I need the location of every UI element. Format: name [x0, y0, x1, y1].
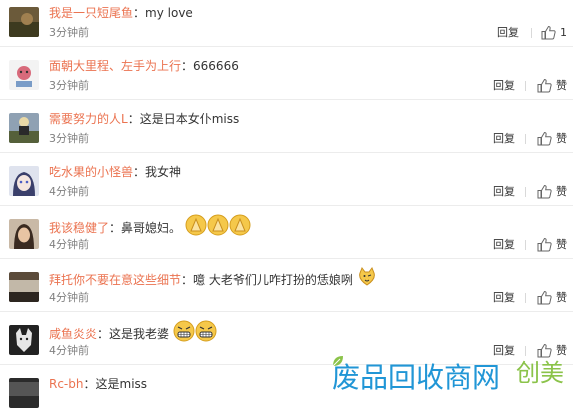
praying-emoji-icon — [185, 214, 207, 240]
thumbs-up-icon — [537, 237, 552, 252]
thumbs-up-icon — [537, 290, 552, 305]
divider — [531, 28, 532, 38]
comment-row: 面朝大里程、左手为上行：666666 3分钟前 回复 赞 — [0, 48, 573, 100]
comment-text: 这是miss — [95, 377, 148, 391]
comment-text: my love — [145, 6, 193, 20]
username-link[interactable]: 需要努力的人L — [49, 112, 128, 126]
reply-button[interactable]: 回复 — [493, 238, 515, 252]
reply-button[interactable]: 回复 — [493, 132, 515, 146]
avatar[interactable] — [9, 272, 39, 302]
grin-emoji-icon — [195, 320, 217, 346]
comment-text: 666666 — [193, 59, 239, 73]
reply-button[interactable]: 回复 — [493, 291, 515, 305]
comment-row: 吃水果的小怪兽：我女神 4分钟前 回复 赞 — [0, 154, 573, 206]
username-link[interactable]: 咸鱼炎炎 — [49, 327, 97, 341]
avatar[interactable] — [9, 7, 39, 37]
thumbs-up-icon — [537, 184, 552, 199]
thumbs-up-icon — [537, 343, 552, 358]
comment-row: 咸鱼炎炎：这是我老婆 4分钟前 回复 赞 — [0, 313, 573, 365]
divider — [525, 240, 526, 250]
comment-time: 4分钟前 — [49, 185, 89, 198]
praying-emoji-icon — [229, 214, 251, 240]
comment-text: 我女神 — [145, 165, 182, 179]
username-link[interactable]: 拜托你不要在意这些细节 — [49, 273, 181, 287]
comment-content: 咸鱼炎炎：这是我老婆 — [49, 320, 217, 346]
username-link[interactable]: 面朝大里程、左手为上行 — [49, 59, 181, 73]
thumbs-up-icon — [537, 131, 552, 146]
watermark-text: 废品回收商网 — [332, 361, 501, 394]
praying-emoji-icon — [207, 214, 229, 240]
avatar[interactable] — [9, 325, 39, 355]
comment-content: 需要努力的人L：这是日本女仆miss — [49, 112, 240, 126]
reply-button[interactable]: 回复 — [493, 185, 515, 199]
watermark-tag: 创美 — [516, 359, 564, 387]
comment-row: 需要努力的人L：这是日本女仆miss 3分钟前 回复 赞 — [0, 101, 573, 153]
grin-emoji-icon — [173, 320, 195, 346]
comment-text: 噫 大老爷们儿咋打扮的恁娘咧 — [193, 273, 353, 287]
username-link[interactable]: 我该稳健了 — [49, 221, 109, 235]
thumbs-up-icon — [541, 25, 556, 40]
comment-time: 3分钟前 — [49, 26, 89, 39]
comment-content: Rc-bh：这是miss — [49, 377, 148, 391]
username-link[interactable]: 我是一只短尾鱼 — [49, 6, 133, 20]
comment-row: 我该稳健了：鼻哥媳妇。 4分钟前 回复 赞 — [0, 207, 573, 259]
avatar[interactable] — [9, 166, 39, 196]
divider — [525, 134, 526, 144]
comment-content: 吃水果的小怪兽：我女神 — [49, 165, 182, 179]
comment-content: 拜托你不要在意这些细节：噫 大老爷们儿咋打扮的恁娘咧 — [49, 266, 377, 291]
avatar[interactable] — [9, 378, 39, 408]
comment-time: 4分钟前 — [49, 344, 89, 357]
divider — [525, 81, 526, 91]
comment-time: 4分钟前 — [49, 238, 89, 251]
comment-content: 我是一只短尾鱼：my love — [49, 6, 193, 20]
thumbs-up-icon — [537, 78, 552, 93]
comment-content: 我该稳健了：鼻哥媳妇。 — [49, 214, 251, 240]
comment-row: 我是一只短尾鱼：my love 3分钟前 回复 1 — [0, 0, 573, 47]
comment-content: 面朝大里程、左手为上行：666666 — [49, 59, 239, 73]
cat-emoji-icon — [357, 266, 377, 291]
avatar[interactable] — [9, 219, 39, 249]
comment-time: 3分钟前 — [49, 79, 89, 92]
comment-time: 4分钟前 — [49, 291, 89, 304]
comment-text: 这是日本女仆miss — [139, 112, 240, 126]
comment-text: 这是我老婆 — [109, 327, 170, 341]
comment-row: 拜托你不要在意这些细节：噫 大老爷们儿咋打扮的恁娘咧 4分钟前 回复 赞 — [0, 260, 573, 312]
divider — [525, 293, 526, 303]
avatar[interactable] — [9, 60, 39, 90]
reply-button[interactable]: 回复 — [493, 344, 515, 358]
username-link[interactable]: Rc-bh — [49, 377, 84, 391]
username-link[interactable]: 吃水果的小怪兽 — [49, 165, 133, 179]
divider — [525, 346, 526, 356]
reply-button[interactable]: 回复 — [493, 79, 515, 93]
reply-button[interactable]: 回复 — [497, 26, 519, 40]
comment-text: 鼻哥媳妇。 — [121, 221, 182, 235]
divider — [525, 187, 526, 197]
avatar[interactable] — [9, 113, 39, 143]
comment-time: 3分钟前 — [49, 132, 89, 145]
